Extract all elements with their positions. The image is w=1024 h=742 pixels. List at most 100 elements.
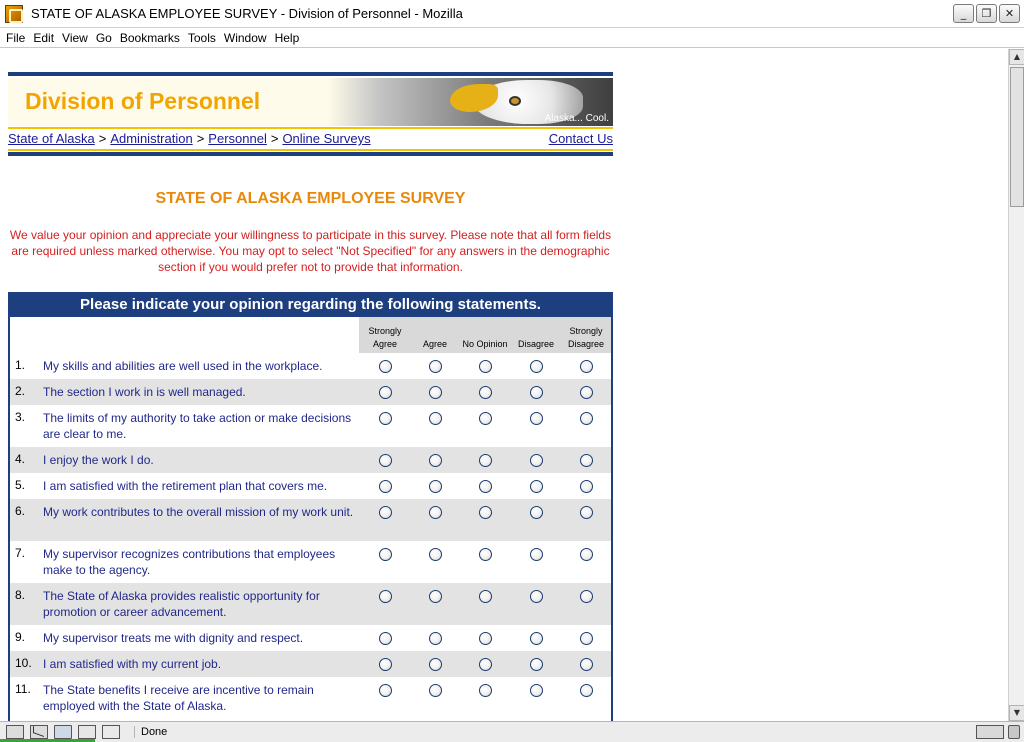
menu-view[interactable]: View <box>58 31 92 45</box>
breadcrumb-link-online-surveys[interactable]: Online Surveys <box>282 131 370 146</box>
radio-agree[interactable] <box>429 412 442 425</box>
radio-no-opinion[interactable] <box>479 480 492 493</box>
radio-agree[interactable] <box>429 684 442 697</box>
window-title-bar: STATE OF ALASKA EMPLOYEE SURVEY - Divisi… <box>0 0 1024 28</box>
radio-strongly-agree[interactable] <box>379 684 392 697</box>
banner-tagline: Alaska... Cool. <box>544 113 609 124</box>
radio-agree[interactable] <box>429 548 442 561</box>
radio-strongly-agree[interactable] <box>379 386 392 399</box>
radio-agree[interactable] <box>429 480 442 493</box>
breadcrumb-link-administration[interactable]: Administration <box>110 131 192 146</box>
radio-disagree[interactable] <box>530 412 543 425</box>
address-book-icon[interactable] <box>54 725 72 739</box>
radio-agree[interactable] <box>429 590 442 603</box>
radio-strongly-disagree[interactable] <box>580 632 593 645</box>
tasks-icon[interactable] <box>102 725 120 739</box>
scrollbar-thumb[interactable] <box>1010 67 1024 207</box>
breadcrumb-bar: State of Alaska > Administration > Perso… <box>8 131 613 149</box>
breadcrumb-link-personnel[interactable]: Personnel <box>208 131 267 146</box>
radio-no-opinion[interactable] <box>479 658 492 671</box>
radio-agree[interactable] <box>429 658 442 671</box>
radio-disagree[interactable] <box>530 590 543 603</box>
radio-strongly-agree[interactable] <box>379 360 392 373</box>
radio-disagree[interactable] <box>530 658 543 671</box>
radio-disagree[interactable] <box>530 632 543 645</box>
radio-strongly-agree[interactable] <box>379 632 392 645</box>
radio-strongly-disagree[interactable] <box>580 386 593 399</box>
column-header-strongly-disagree: Strongly Disagree <box>567 326 605 349</box>
menu-file[interactable]: File <box>2 31 29 45</box>
menu-window[interactable]: Window <box>220 31 271 45</box>
composer-icon[interactable] <box>78 725 96 739</box>
radio-strongly-agree[interactable] <box>379 590 392 603</box>
minimize-button[interactable]: _ <box>953 4 974 23</box>
radio-strongly-agree[interactable] <box>379 412 392 425</box>
question-text: The section I work in is well managed. <box>43 385 246 399</box>
question-number: 11. <box>15 682 31 696</box>
contact-us-link[interactable]: Contact Us <box>549 131 613 146</box>
column-header-agree: Agree <box>422 339 448 349</box>
radio-no-opinion[interactable] <box>479 386 492 399</box>
vertical-scrollbar[interactable]: ▲ ▼ <box>1008 49 1024 721</box>
mail-icon[interactable] <box>30 725 48 739</box>
radio-strongly-disagree[interactable] <box>580 412 593 425</box>
radio-no-opinion[interactable] <box>479 684 492 697</box>
radio-strongly-agree[interactable] <box>379 454 392 467</box>
scroll-down-arrow-icon[interactable]: ▼ <box>1009 705 1024 721</box>
radio-strongly-disagree[interactable] <box>580 480 593 493</box>
restore-button[interactable]: ❐ <box>976 4 997 23</box>
radio-agree[interactable] <box>429 506 442 519</box>
radio-no-opinion[interactable] <box>479 360 492 373</box>
mozilla-app-icon <box>5 4 23 23</box>
radio-strongly-disagree[interactable] <box>580 658 593 671</box>
radio-disagree[interactable] <box>530 548 543 561</box>
menu-edit[interactable]: Edit <box>29 31 58 45</box>
radio-strongly-agree[interactable] <box>379 480 392 493</box>
scroll-up-arrow-icon[interactable]: ▲ <box>1009 49 1024 65</box>
radio-no-opinion[interactable] <box>479 590 492 603</box>
radio-agree[interactable] <box>429 386 442 399</box>
radio-strongly-disagree[interactable] <box>580 360 593 373</box>
breadcrumb-link-state-of-alaska[interactable]: State of Alaska <box>8 131 95 146</box>
radio-strongly-disagree[interactable] <box>580 548 593 561</box>
question-number: 10. <box>15 656 32 670</box>
radio-strongly-agree[interactable] <box>379 658 392 671</box>
survey-question-row: 1. My skills and abilities are well used … <box>10 353 611 379</box>
radio-strongly-agree[interactable] <box>379 548 392 561</box>
menu-help[interactable]: Help <box>271 31 304 45</box>
window-title: STATE OF ALASKA EMPLOYEE SURVEY - Divisi… <box>31 6 463 21</box>
menu-go[interactable]: Go <box>92 31 116 45</box>
radio-no-opinion[interactable] <box>479 412 492 425</box>
question-text: My supervisor recognizes contributions t… <box>43 547 336 577</box>
question-number: 1. <box>15 358 26 372</box>
radio-no-opinion[interactable] <box>479 548 492 561</box>
online-status-icon[interactable] <box>976 725 1004 739</box>
radio-strongly-disagree[interactable] <box>580 684 593 697</box>
radio-disagree[interactable] <box>530 360 543 373</box>
radio-agree[interactable] <box>429 454 442 467</box>
menu-tools[interactable]: Tools <box>184 31 220 45</box>
radio-disagree[interactable] <box>530 506 543 519</box>
radio-agree[interactable] <box>429 632 442 645</box>
window-controls: _ ❐ ✕ <box>953 4 1020 23</box>
survey-intro-text: We value your opinion and appreciate you… <box>9 228 612 274</box>
radio-disagree[interactable] <box>530 386 543 399</box>
radio-disagree[interactable] <box>530 480 543 493</box>
radio-strongly-disagree[interactable] <box>580 506 593 519</box>
radio-strongly-agree[interactable] <box>379 506 392 519</box>
navigator-icon[interactable] <box>6 725 24 739</box>
radio-disagree[interactable] <box>530 684 543 697</box>
column-header-row: Strongly Agree Agree No Opinion Disagree… <box>10 317 611 353</box>
radio-no-opinion[interactable] <box>479 506 492 519</box>
survey-question-row: 3. The limits of my authority to take act… <box>10 405 611 447</box>
radio-no-opinion[interactable] <box>479 632 492 645</box>
survey-question-row: 10. I am satisfied with my current job. <box>10 651 611 677</box>
menu-bookmarks[interactable]: Bookmarks <box>116 31 184 45</box>
radio-strongly-disagree[interactable] <box>580 454 593 467</box>
radio-agree[interactable] <box>429 360 442 373</box>
radio-strongly-disagree[interactable] <box>580 590 593 603</box>
header-banner: Division of Personnel Alaska... Cool. <box>8 78 613 126</box>
close-button[interactable]: ✕ <box>999 4 1020 23</box>
radio-disagree[interactable] <box>530 454 543 467</box>
radio-no-opinion[interactable] <box>479 454 492 467</box>
